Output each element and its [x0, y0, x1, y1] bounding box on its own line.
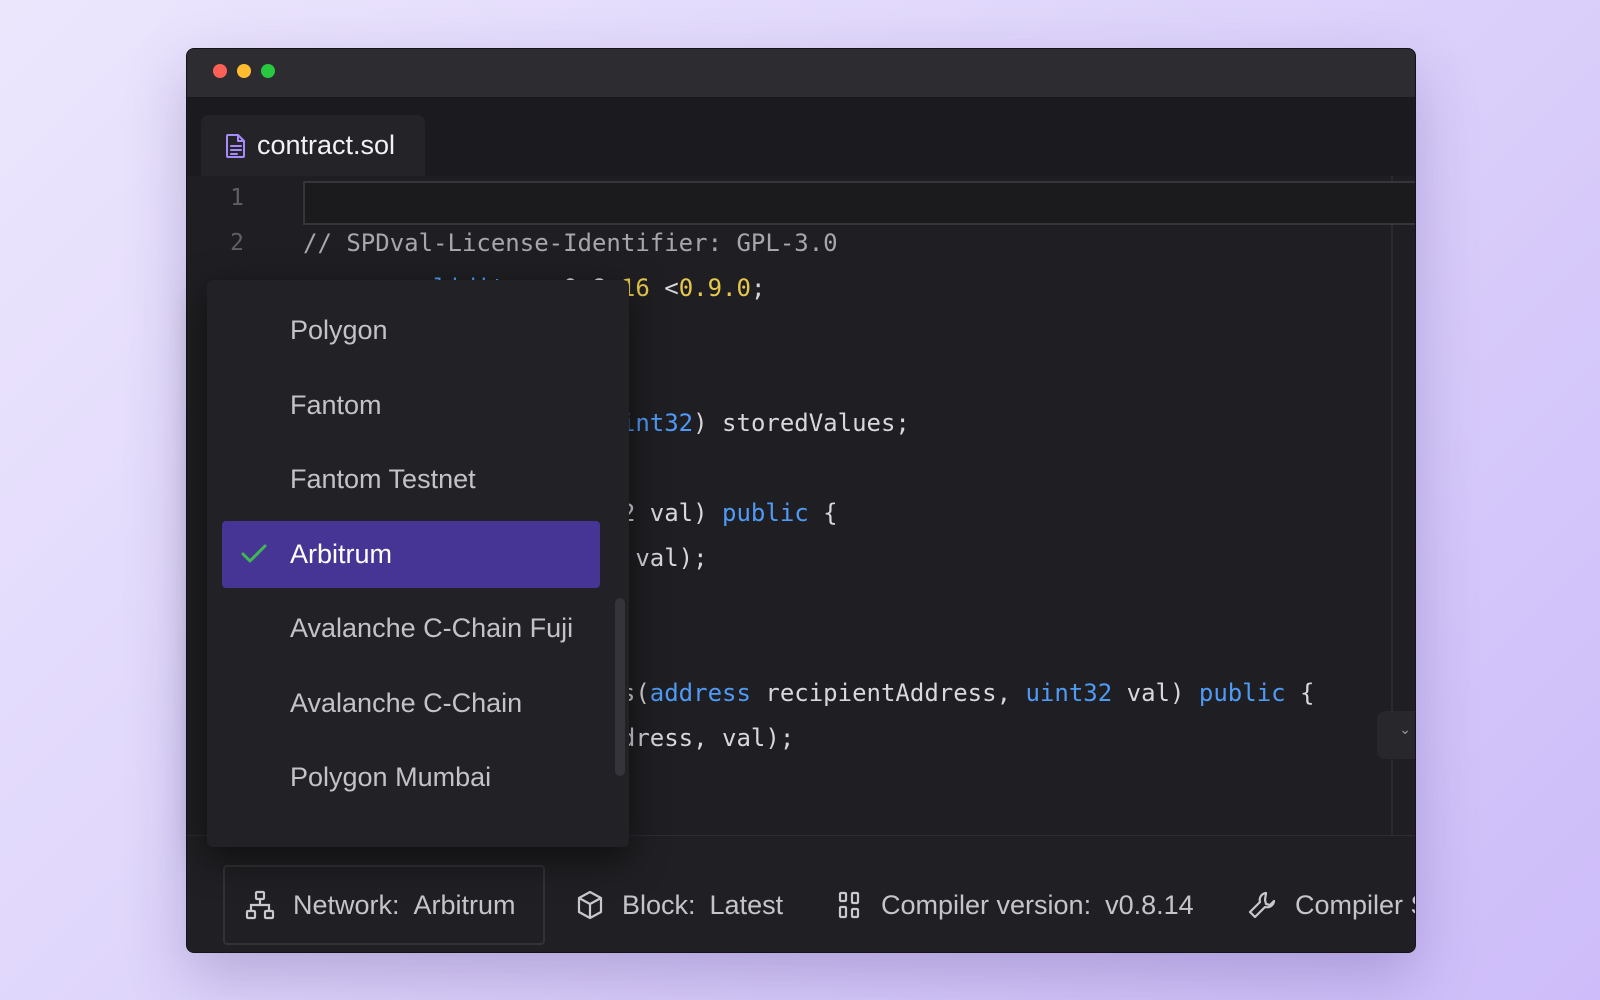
tab-label: contract.sol	[257, 130, 396, 160]
maximize-window-button[interactable]	[261, 64, 275, 78]
compiler-settings-label: Compiler Settings	[1295, 889, 1415, 920]
network-option[interactable]: Polygon	[222, 297, 600, 364]
file-text-icon	[225, 133, 247, 164]
network-value: Arbitrum	[413, 889, 516, 920]
code-token: recipientAddress,	[750, 679, 1026, 707]
network-option-label: Polygon	[290, 315, 388, 345]
network-option[interactable]: Avalanche C-Chain Fuji	[222, 595, 600, 662]
code-token: public	[722, 499, 809, 527]
scroll-down-button[interactable]: ⌄	[1377, 711, 1415, 759]
minimize-window-button[interactable]	[237, 64, 251, 78]
network-status[interactable]: Network: Arbitrum	[245, 865, 516, 945]
network-option-label: Polygon Mumbai	[290, 762, 492, 792]
code-token: ) storedValues;	[693, 409, 910, 437]
code-line[interactable]: 1	[187, 176, 1415, 225]
chevron-down-icon: ⌄	[1399, 721, 1411, 737]
dropdown-scrollbar[interactable]	[615, 598, 625, 776]
code-token: {	[1285, 679, 1315, 707]
network-option[interactable]: Polygon Mumbai	[222, 744, 600, 811]
block-key: Block:	[622, 889, 696, 920]
compiler-version-status[interactable]: Compiler version: v0.8.14	[837, 865, 1194, 945]
code-token: ;	[750, 274, 766, 302]
code-token: val)	[1112, 679, 1199, 707]
code-token: uint32	[1025, 679, 1113, 707]
block-value: Latest	[709, 889, 784, 920]
network-option[interactable]: Arbitrum	[222, 520, 600, 588]
code-token: public	[1198, 679, 1286, 707]
code-token: 0.9.0	[678, 274, 751, 302]
code-text: // SPDval-License-Identifier: GPL-3.0	[303, 221, 838, 266]
status-bar: Network: Arbitrum Block: Latest Compiler…	[187, 835, 1415, 952]
line-number: 2	[230, 230, 244, 256]
tab-contract-sol[interactable]: contract.sol	[201, 115, 425, 176]
compiler-version-key: Compiler version:	[881, 889, 1092, 920]
current-line-highlight	[303, 181, 1415, 225]
checkmark-icon	[241, 544, 267, 562]
network-option[interactable]: Fantom	[222, 372, 600, 439]
line-number: 1	[230, 185, 244, 211]
network-key: Network:	[293, 889, 400, 920]
network-option-label: Fantom Testnet	[290, 464, 476, 494]
code-line[interactable]: 2 // SPDval-License-Identifier: GPL-3.0	[187, 221, 1415, 266]
network-option-label: Avalanche C-Chain Fuji	[290, 613, 574, 643]
network-option[interactable]: Avalanche C-Chain	[222, 670, 600, 737]
code-token: address	[649, 679, 751, 707]
compiler-icon	[838, 891, 860, 919]
code-token: {	[808, 499, 838, 527]
cube-icon	[577, 890, 603, 920]
code-token: <	[649, 274, 679, 302]
network-option-label: Avalanche C-Chain	[290, 687, 523, 718]
network-option-label: Fantom	[290, 389, 382, 420]
block-status[interactable]: Block: Latest	[576, 865, 783, 945]
network-option-label: Arbitrum	[290, 538, 393, 569]
compiler-version-value: v0.8.14	[1105, 889, 1194, 920]
compiler-settings-status[interactable]: Compiler Settings	[1247, 865, 1415, 945]
close-window-button[interactable]	[213, 64, 227, 78]
title-bar	[187, 49, 1415, 98]
wrench-icon	[1248, 891, 1276, 919]
network-option[interactable]: Fantom Testnet	[222, 446, 600, 513]
network-dropdown-menu: Polygon Fantom Fantom Testnet Arbitrum Avala…	[207, 280, 629, 847]
code-token: // SPDval-License-Identifier: GPL-3.0	[303, 229, 838, 257]
network-icon	[245, 890, 275, 920]
